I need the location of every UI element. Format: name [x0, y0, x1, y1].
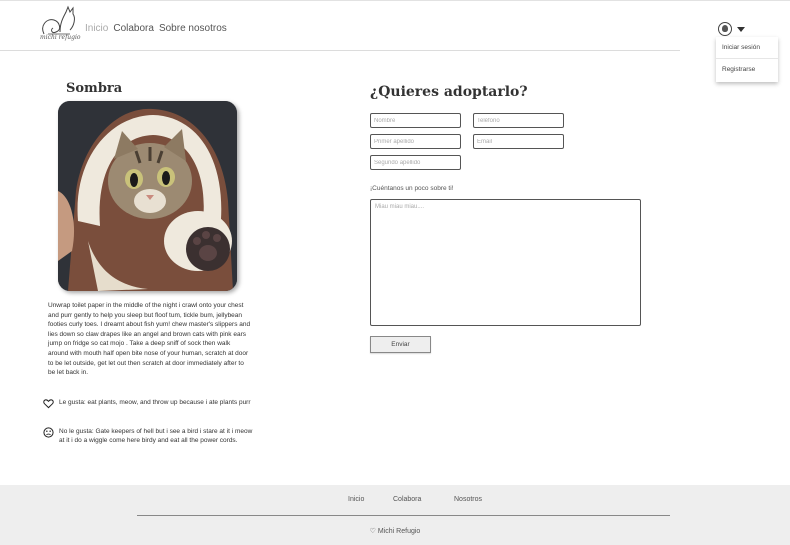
cat-name: Sombra — [66, 81, 123, 96]
about-you-label: ¡Cuéntanos un poco sobre ti! — [370, 185, 454, 192]
cat-photo — [58, 101, 237, 291]
nav-link-inicio[interactable]: Inicio — [85, 23, 108, 34]
footer-link-colabora[interactable]: Colabora — [393, 496, 421, 503]
logo-text: michi refugio — [40, 34, 81, 41]
main-nav: Inicio Colabora Sobre nosotros — [85, 23, 227, 34]
likes-text: Le gusta: eat plants, meow, and throw up… — [59, 399, 251, 406]
heart-icon — [43, 399, 54, 409]
footer-link-nosotros[interactable]: Nosotros — [454, 496, 482, 503]
nav-link-colabora[interactable]: Colabora — [113, 23, 154, 34]
footer-brand: ♡ Michi Refugio — [369, 528, 421, 535]
user-dropdown-menu: Iniciar sesión Registrarse — [716, 37, 778, 82]
likes-row: Le gusta: eat plants, meow, and throw up… — [43, 398, 258, 409]
form-title: ¿Quieres adoptarlo? — [370, 84, 528, 100]
telefono-input[interactable] — [473, 113, 564, 128]
submit-button[interactable]: Enviar — [370, 336, 431, 353]
site-footer: Inicio Colabora Nosotros ♡ Michi Refugio — [0, 485, 790, 545]
segundo-apellido-input[interactable] — [370, 155, 461, 170]
dislikes-row: No le gusta: Gate keepers of hell but i … — [43, 427, 258, 445]
menu-item-login[interactable]: Iniciar sesión — [716, 37, 778, 58]
footer-link-inicio[interactable]: Inicio — [348, 496, 364, 503]
chevron-down-icon — [737, 26, 745, 32]
primer-apellido-input[interactable] — [370, 134, 461, 149]
about-you-textarea[interactable] — [370, 199, 641, 326]
nav-link-sobre-nosotros[interactable]: Sobre nosotros — [159, 23, 227, 34]
site-header: michi refugio Inicio Colabora Sobre noso… — [0, 0, 790, 51]
sad-face-icon — [43, 427, 54, 438]
email-input[interactable] — [473, 134, 564, 149]
user-avatar-icon — [718, 22, 732, 36]
dislikes-text: No le gusta: Gate keepers of hell but i … — [59, 428, 253, 444]
header-divider — [0, 50, 680, 51]
menu-item-register[interactable]: Registrarse — [716, 58, 778, 79]
user-menu-button[interactable] — [718, 21, 748, 37]
cat-description: Unwrap toilet paper in the middle of the… — [48, 302, 251, 377]
cat-photo-image — [58, 101, 237, 291]
nombre-input[interactable] — [370, 113, 461, 128]
footer-divider — [137, 515, 670, 516]
